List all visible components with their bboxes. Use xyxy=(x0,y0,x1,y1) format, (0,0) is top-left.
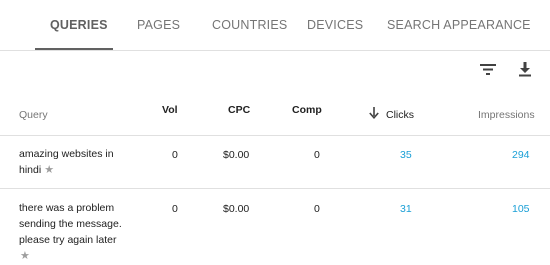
column-header-vol[interactable]: Vol xyxy=(162,104,178,116)
query-text-line: sending the message. xyxy=(19,218,122,230)
header-divider xyxy=(0,135,550,136)
tab-bar: QUERIES PAGES COUNTRIES DEVICES SEARCH A… xyxy=(0,0,550,51)
tab-pages[interactable]: PAGES xyxy=(137,18,180,32)
row-divider xyxy=(0,188,550,189)
column-header-query[interactable]: Query xyxy=(19,109,48,121)
tab-search-appearance[interactable]: SEARCH APPEARANCE xyxy=(387,18,531,32)
active-tab-indicator xyxy=(35,48,113,50)
cpc-cell: $0.00 xyxy=(223,149,250,161)
column-header-cpc[interactable]: CPC xyxy=(228,104,250,116)
query-cell[interactable]: amazing websites in hindi ★ xyxy=(19,146,139,178)
star-icon[interactable]: ★ xyxy=(44,162,54,178)
star-icon[interactable]: ★ xyxy=(20,248,30,264)
tab-countries[interactable]: COUNTRIES xyxy=(212,18,287,32)
query-text-line: hindi xyxy=(19,164,42,176)
filter-button[interactable] xyxy=(479,61,497,77)
impressions-cell[interactable]: 105 xyxy=(512,203,530,215)
arrow-down-icon xyxy=(369,107,379,119)
sort-button[interactable] xyxy=(369,107,379,119)
comp-cell: 0 xyxy=(314,203,320,215)
filter-list-icon xyxy=(480,64,496,75)
download-button[interactable] xyxy=(517,60,533,78)
download-icon xyxy=(519,62,531,77)
cpc-cell: $0.00 xyxy=(223,203,250,215)
query-text-line: amazing websites in xyxy=(19,148,114,160)
tab-queries[interactable]: QUERIES xyxy=(50,18,108,32)
column-header-impressions[interactable]: Impressions xyxy=(478,109,535,121)
tab-devices[interactable]: DEVICES xyxy=(307,18,363,32)
impressions-cell[interactable]: 294 xyxy=(512,149,530,161)
query-cell[interactable]: there was a problem sending the message.… xyxy=(19,200,139,264)
vol-cell: 0 xyxy=(172,149,178,161)
vol-cell: 0 xyxy=(172,203,178,215)
query-text-line: there was a problem xyxy=(19,202,115,214)
comp-cell: 0 xyxy=(314,149,320,161)
clicks-cell[interactable]: 35 xyxy=(400,149,412,161)
column-header-clicks[interactable]: Clicks xyxy=(386,109,414,121)
query-text-line: please try again later xyxy=(19,234,117,246)
clicks-cell[interactable]: 31 xyxy=(400,203,412,215)
column-header-comp[interactable]: Comp xyxy=(292,104,322,116)
